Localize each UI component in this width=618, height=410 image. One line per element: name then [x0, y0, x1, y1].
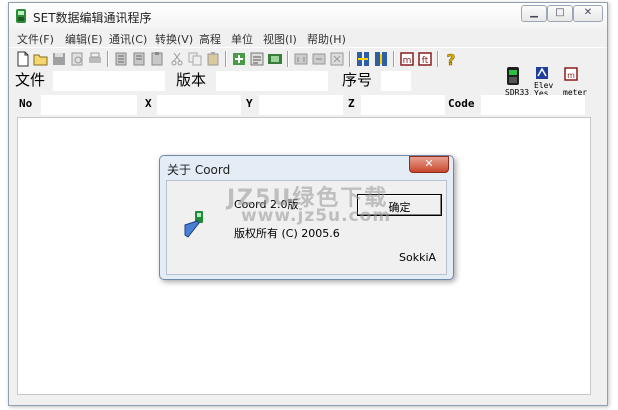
column-no-label: No — [19, 97, 33, 110]
version-input[interactable] — [216, 71, 328, 91]
column-z-label: Z — [348, 97, 355, 110]
serial-input[interactable] — [381, 71, 411, 91]
feet-unit-icon[interactable]: ft — [417, 51, 433, 67]
convert-icon[interactable] — [267, 51, 283, 67]
version-label: 版本 — [176, 71, 207, 89]
y-input[interactable] — [259, 95, 343, 115]
cut-icon[interactable] — [169, 51, 185, 67]
sdr-device-icon — [507, 67, 519, 85]
minimize-button[interactable]: ▁ — [521, 5, 547, 22]
help-icon[interactable]: ? — [443, 51, 459, 67]
app-icon — [16, 9, 26, 23]
menu-communication[interactable]: 通讯(C) — [109, 31, 147, 47]
version-text: Coord 2.0版 — [234, 198, 299, 211]
copy-icon[interactable] — [131, 51, 147, 67]
menu-elevation[interactable]: 高程 — [199, 31, 221, 47]
print-preview-icon[interactable] — [69, 51, 85, 67]
meter-unit-icon[interactable]: m — [399, 51, 415, 67]
device-icon — [184, 211, 203, 238]
open-folder-icon[interactable] — [33, 51, 49, 67]
file-label: 文件 — [15, 71, 46, 89]
window-title: SET数据编辑通讯程序 — [33, 11, 152, 25]
close-button[interactable]: ✕ — [573, 5, 603, 22]
export-icon[interactable] — [311, 51, 327, 67]
save-icon[interactable] — [51, 51, 67, 67]
copyright-text: 版权所有 (C) 2005.6 — [234, 227, 340, 240]
x-input[interactable] — [157, 95, 241, 115]
about-dialog: 关于 Coord ✕ Coord 2.0版 版权所有 (C) 2005.6 So… — [159, 155, 454, 280]
elevation-icon — [536, 67, 548, 79]
no-input[interactable] — [41, 95, 137, 115]
close-icon: ✕ — [583, 7, 593, 18]
dialog-body: Coord 2.0版 版权所有 (C) 2005.6 SokkiA 确定 — [166, 180, 447, 275]
receive-data-icon[interactable] — [231, 51, 247, 67]
svg-text:m: m — [567, 71, 575, 80]
column-x-label: X — [145, 97, 152, 110]
paste-icon[interactable] — [205, 51, 221, 67]
transfer-up-icon[interactable] — [355, 51, 371, 67]
toolbar-separator — [349, 51, 351, 67]
import-icon[interactable] — [293, 51, 309, 67]
svg-text:ft: ft — [422, 56, 429, 66]
close-icon: ✕ — [424, 157, 434, 170]
cut-icon[interactable] — [113, 51, 129, 67]
svg-text:?: ? — [447, 51, 456, 67]
menu-edit[interactable]: 编辑(E) — [65, 31, 103, 47]
column-y-label: Y — [246, 97, 253, 110]
toolbar-separator — [287, 51, 289, 67]
ok-button[interactable]: 确定 — [357, 194, 442, 216]
toolbar-separator — [225, 51, 227, 67]
report-icon[interactable] — [329, 51, 345, 67]
serial-label: 序号 — [342, 71, 373, 89]
code-input[interactable] — [481, 95, 585, 115]
title-bar: SET数据编辑通讯程序 ▁ □ ✕ — [9, 3, 607, 29]
paste-icon[interactable] — [149, 51, 165, 67]
toolbar-separator — [393, 51, 395, 67]
print-icon[interactable] — [87, 51, 103, 67]
ok-button-label: 确定 — [388, 201, 411, 214]
maximize-icon: □ — [555, 7, 565, 18]
copy-icon[interactable] — [187, 51, 203, 67]
vertical-scrollbar[interactable] — [591, 117, 605, 395]
maximize-button[interactable]: □ — [547, 5, 573, 22]
toolbar-separator — [437, 51, 439, 67]
dialog-close-button[interactable]: ✕ — [409, 156, 449, 173]
menu-file[interactable]: 文件(F) — [17, 31, 54, 47]
dialog-title: 关于 Coord — [167, 163, 231, 177]
file-input[interactable] — [53, 71, 165, 91]
menu-unit[interactable]: 单位 — [231, 31, 253, 47]
toolbar-separator — [107, 51, 109, 67]
minimize-icon: ▁ — [530, 7, 538, 18]
column-code-label: Code — [448, 97, 475, 110]
transfer-down-icon[interactable] — [373, 51, 389, 67]
menu-bar: 文件(F) 编辑(E) 通讯(C) 转换(V) 高程 单位 视图(I) 帮助(H… — [9, 29, 607, 47]
svg-text:m: m — [403, 56, 412, 66]
menu-view[interactable]: 视图(I) — [263, 31, 297, 47]
menu-help[interactable]: 帮助(H) — [307, 31, 346, 47]
company-text: SokkiA — [399, 251, 437, 264]
meter-unit-indicator-icon: m — [564, 67, 578, 81]
new-file-icon[interactable] — [15, 51, 31, 67]
menu-convert[interactable]: 转换(V) — [155, 31, 193, 47]
send-data-icon[interactable] — [249, 51, 265, 67]
z-input[interactable] — [361, 95, 445, 115]
